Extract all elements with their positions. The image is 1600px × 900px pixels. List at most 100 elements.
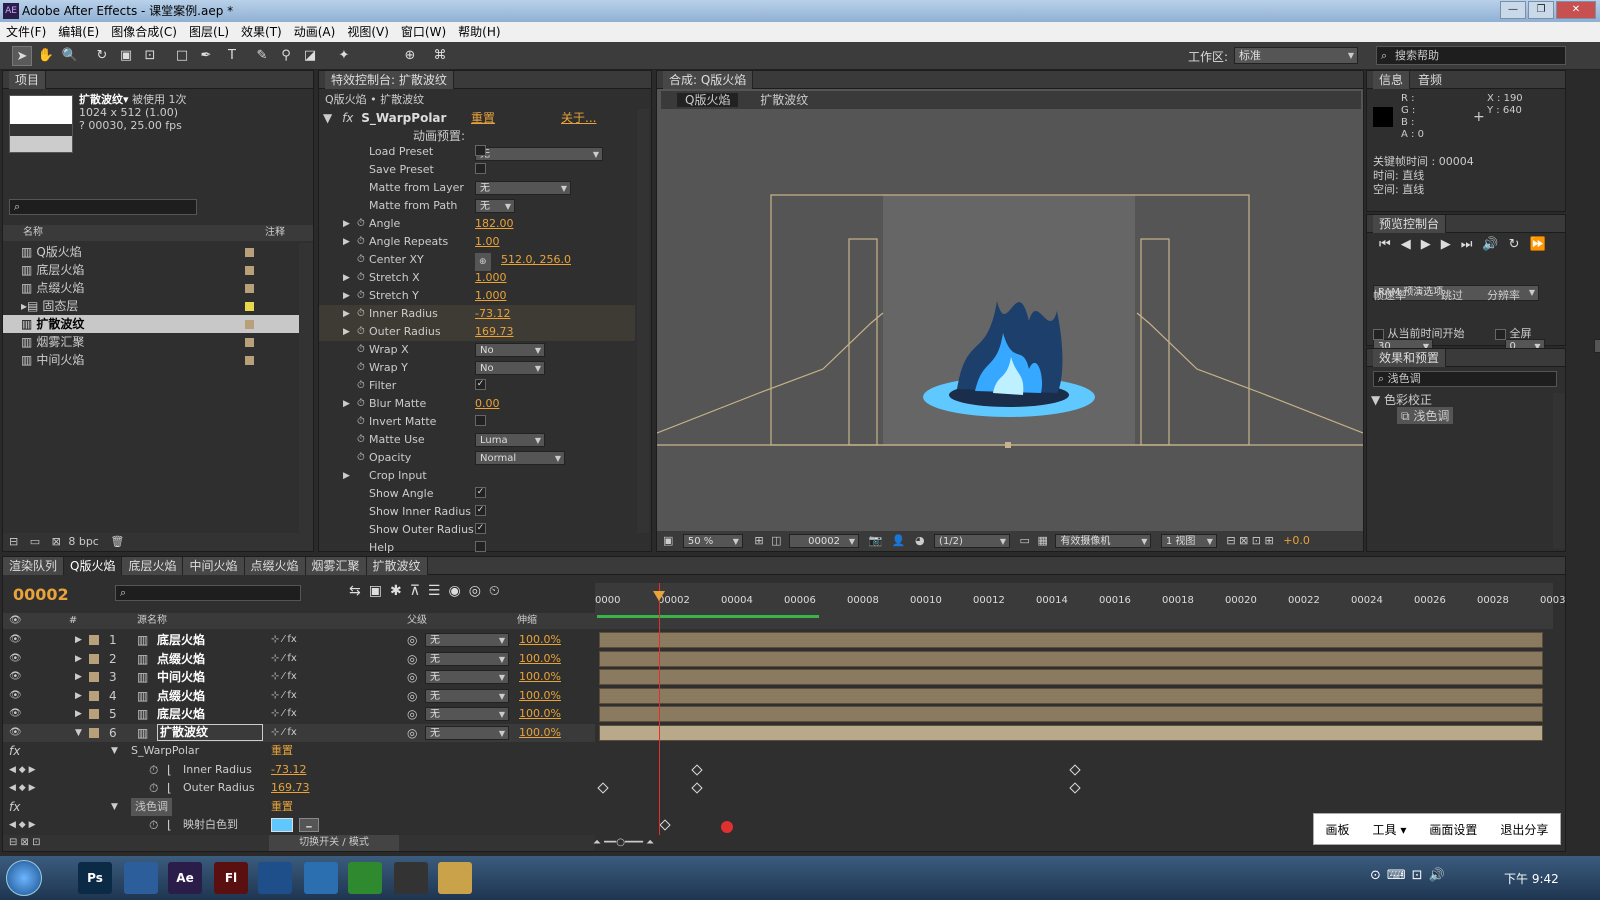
taskbar-app-icon[interactable] (304, 862, 338, 894)
time-ruler[interactable]: 0000 00002 00004 00006 00008 00010 00012 00014 0… (595, 583, 1565, 629)
label-color-swatch[interactable] (245, 302, 254, 311)
comp-crumb-layer[interactable]: 扩散波纹 (760, 93, 808, 107)
audio-tab[interactable]: 音频 (1418, 73, 1442, 87)
color-swatch[interactable] (271, 818, 293, 832)
property-value[interactable]: 1.000 (475, 269, 507, 287)
work-area-bar[interactable] (597, 615, 819, 618)
effect-twirl-icon[interactable]: ▼ (323, 111, 332, 125)
property-checkbox[interactable] (475, 415, 486, 426)
layer-label-swatch[interactable] (89, 672, 99, 682)
timeline-tab[interactable]: Q版火焰 (64, 557, 123, 575)
comp-crumb-main[interactable]: Q版火焰 (677, 93, 739, 107)
keyframe-nav-icon[interactable]: ◀ ◆ ▶ (9, 761, 36, 779)
layer-name[interactable]: 底层火焰 (157, 631, 205, 649)
outer-radius-row[interactable]: ◀ ◆ ▶ ⏱ ⌊ Outer Radius 169.73 (3, 779, 595, 797)
preview-controls[interactable]: ⏮◀▶▶⏭🔊↻⏩ (1379, 237, 1556, 252)
parent-col[interactable]: 父级 (407, 613, 427, 629)
stopwatch-icon[interactable]: ⏱ (357, 431, 365, 449)
maximize-button[interactable]: ❐ (1528, 1, 1554, 19)
layer-duration-bar[interactable] (599, 669, 1543, 685)
taskbar-app-icon[interactable] (438, 862, 472, 894)
stretch-value[interactable]: 100.0% (519, 631, 561, 649)
layer-switches[interactable]: ⊹ ⁄ fx (271, 705, 297, 723)
layer-switches[interactable]: ⊹ ⁄ fx (271, 724, 297, 742)
visibility-eye-icon[interactable]: 👁 (9, 668, 22, 686)
delete-icon[interactable]: 🗑 (110, 535, 124, 548)
mask-icon[interactable]: ◫ (771, 534, 781, 547)
project-scrollbar[interactable] (299, 243, 313, 533)
project-list-item[interactable]: ▥ 底层火焰 (3, 261, 299, 279)
property-dropdown[interactable]: Normal (475, 451, 565, 465)
property-value[interactable]: 512.0, 256.0 (501, 251, 571, 269)
rotate-tool-icon[interactable]: ↻ (92, 46, 112, 66)
stopwatch-icon[interactable]: ⏱ (357, 269, 365, 287)
timeline-tab[interactable]: 烟雾汇聚 (305, 557, 367, 575)
eraser-tool-icon[interactable]: ◪ (300, 46, 320, 66)
layer-row[interactable]: 👁 ▼ 6 ▥ 扩散波纹 ⊹ ⁄ fx ◎ 无 100.0% (3, 723, 595, 742)
share-toolbar-item[interactable]: 画面设置 (1429, 814, 1477, 844)
graph-icon[interactable]: ⌊ (167, 761, 172, 779)
hand-tool-icon[interactable]: ✋ (36, 46, 56, 66)
snapshot-icon[interactable]: 📷 (869, 534, 883, 547)
taskbar-app-icon[interactable] (258, 862, 292, 894)
label-color-swatch[interactable] (245, 320, 254, 329)
property-dropdown[interactable]: No (475, 361, 545, 375)
eyedropper-icon[interactable]: ━ (299, 818, 319, 833)
menu-item-2[interactable]: 图像合成(C) (105, 22, 183, 42)
layer-row[interactable]: 👁 ▶ 2 ▥ 点缀火焰 ⊹ ⁄ fx ◎ 无 100.0% (3, 650, 595, 668)
taskbar-app-icon[interactable] (348, 862, 382, 894)
pan-behind-tool-icon[interactable]: ⊡ (140, 46, 160, 66)
visibility-eye-icon[interactable]: 👁 (9, 631, 22, 649)
new-folder-icon[interactable]: ▭ (30, 535, 40, 548)
camera-tool-icon[interactable]: ▣ (116, 46, 136, 66)
property-value[interactable]: 1.000 (475, 287, 507, 305)
parent-select[interactable]: 无 (425, 688, 509, 703)
stopwatch-icon[interactable]: ⏱ (357, 377, 365, 395)
project-list-item[interactable]: ▥ 扩散波纹 (3, 315, 299, 333)
layer-switches[interactable]: ⊹ ⁄ fx (271, 650, 297, 668)
taskbar-app-icon[interactable] (124, 862, 158, 894)
layer-switches[interactable]: ⊹ ⁄ fx (271, 687, 297, 705)
twirl-icon[interactable]: ▼ (111, 798, 118, 816)
stopwatch-icon[interactable]: ⏱ (357, 305, 365, 323)
timeline-tab[interactable]: 点缀火焰 (244, 557, 306, 575)
label-color-swatch[interactable] (245, 266, 254, 275)
layer-twirl-icon[interactable]: ▶ (75, 650, 82, 668)
reset-link[interactable]: 重置 (271, 798, 293, 816)
menu-item-6[interactable]: 视图(V) (341, 22, 395, 42)
pen-tool-icon[interactable]: ✒ (196, 46, 216, 66)
layer-row[interactable]: 👁 ▶ 3 ▥ 中间火焰 ⊹ ⁄ fx ◎ 无 100.0% (3, 668, 595, 686)
parent-select[interactable]: 无 (425, 707, 509, 721)
help-search-input[interactable]: ⌕ 搜索帮助 (1376, 46, 1566, 65)
layer-duration-bar[interactable] (599, 724, 1543, 741)
layer-label-swatch[interactable] (89, 727, 99, 738)
exposure-value[interactable]: +0.0 (1283, 534, 1310, 547)
interpret-icon[interactable]: ⊟ (9, 535, 18, 548)
layer-twirl-icon[interactable]: ▶ (75, 668, 82, 686)
parent-pick-icon[interactable]: ◎ (407, 650, 417, 668)
effect-item-tint[interactable]: ⧉ 浅色调 (1397, 407, 1454, 424)
taskbar-app-icon[interactable] (394, 862, 428, 894)
new-comp-icon[interactable]: ⊠ (52, 535, 61, 548)
resolution-select[interactable]: (1/2) (934, 534, 1011, 548)
effect-reset-link[interactable]: 重置 (471, 109, 495, 127)
category-color-correction[interactable]: ▼ 色彩校正 (1371, 391, 1432, 408)
layer-label-swatch[interactable] (89, 709, 99, 719)
label-color-swatch[interactable] (245, 248, 254, 257)
visibility-col-icon[interactable]: 👁 (9, 615, 22, 626)
twirl-icon[interactable]: ▶ (343, 215, 350, 233)
effect-about-link[interactable]: 关于... (561, 109, 596, 127)
parent-select[interactable]: 无 (425, 670, 509, 684)
fx-swarppolar-row[interactable]: fx ▼ S_WarpPolar 重置 (3, 742, 595, 760)
from-current-checkbox[interactable] (1373, 328, 1384, 340)
keyframe-diamond[interactable] (659, 819, 671, 831)
menu-item-8[interactable]: 帮助(H) (452, 22, 506, 42)
parent-select[interactable]: 无 (425, 651, 509, 666)
parent-pick-icon[interactable]: ◎ (407, 668, 417, 686)
layer-name[interactable]: 点缀火焰 (157, 687, 205, 705)
property-dropdown[interactable]: Luma (475, 433, 545, 447)
layer-switches[interactable]: ⊹ ⁄ fx (271, 668, 297, 686)
axis-mode-icon[interactable]: ⊕ (400, 46, 420, 66)
footer-icons[interactable]: ⊟ ⊠ ⊡ (9, 837, 41, 848)
parent-pick-icon[interactable]: ◎ (407, 705, 417, 723)
